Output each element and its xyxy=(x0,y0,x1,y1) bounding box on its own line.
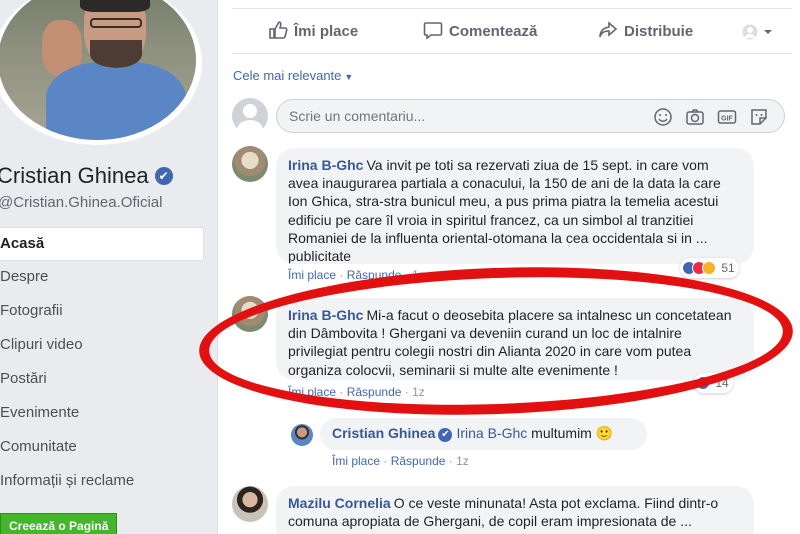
like-label: Îmi place xyxy=(294,23,359,40)
nav-item-posts[interactable]: Postări xyxy=(0,363,204,397)
thumbs-up-icon xyxy=(269,21,288,39)
svg-text:GIF: GIF xyxy=(721,116,733,123)
emoji-icon[interactable] xyxy=(653,107,673,127)
gif-icon[interactable]: GIF xyxy=(717,107,737,127)
share-button[interactable]: Distribuie xyxy=(598,9,693,55)
comment-reply-link[interactable]: Răspunde xyxy=(347,268,402,282)
page-title[interactable]: Cristian Ghinea ✔ xyxy=(0,163,173,189)
reply-text: multumim 🙂 xyxy=(531,425,614,441)
share-label: Distribuie xyxy=(624,23,694,40)
reply-reply-link[interactable]: Răspunde xyxy=(391,454,446,468)
nav-item-photos[interactable]: Fotografii xyxy=(0,295,204,329)
comment-time: 1z xyxy=(412,268,425,282)
comment-bubble: Mazilu Cornelia O ce veste minunata! Asta… xyxy=(276,486,754,534)
comment-time: 1z xyxy=(412,385,425,399)
nav-item-home[interactable]: Acasă xyxy=(0,227,204,261)
comment-bubble: Irina B-Ghc Va invit pe toti sa rezervati… xyxy=(276,148,754,264)
nav-item-videos[interactable]: Clipuri video xyxy=(0,329,204,363)
comment-like-link[interactable]: Îmi place xyxy=(288,385,336,399)
chevron-down-icon: ▼ xyxy=(344,72,354,82)
reply-author[interactable]: Cristian Ghinea xyxy=(332,425,435,441)
comment-reply-link[interactable]: Răspunde xyxy=(347,385,402,399)
share-arrow-icon xyxy=(599,21,618,38)
current-user-avatar xyxy=(232,98,268,134)
camera-icon[interactable] xyxy=(685,107,705,127)
comment-author[interactable]: Irina B-Ghc xyxy=(288,307,363,323)
page-name-text[interactable]: Cristian Ghinea xyxy=(0,163,149,188)
verified-badge-icon: ✔ xyxy=(438,428,453,442)
profile-picture[interactable] xyxy=(0,0,196,140)
comment-input[interactable] xyxy=(289,100,629,132)
comment-meta: Îmi place · Răspunde · 1z xyxy=(288,268,425,282)
sticker-icon[interactable] xyxy=(749,107,769,127)
nav-item-about[interactable]: Despre xyxy=(0,261,204,295)
comment-sort-dropdown[interactable]: Cele mai relevante ▼ xyxy=(233,68,353,83)
user-avatar-icon xyxy=(742,24,772,40)
like-button[interactable]: Îmi place xyxy=(268,9,358,55)
comment-label: Comentează xyxy=(449,23,538,40)
post-action-bar: Îmi place Comentează Distribuie xyxy=(232,8,792,54)
reply-time: 1z xyxy=(456,454,469,468)
profile-picture-frame xyxy=(0,0,202,145)
commenter-avatar[interactable] xyxy=(232,146,268,182)
reaction-summary[interactable]: 51 xyxy=(680,258,739,278)
comment-author[interactable]: Mazilu Cornelia xyxy=(288,495,391,511)
audience-selector[interactable] xyxy=(741,24,781,40)
reply-like-link[interactable]: Îmi place xyxy=(332,454,380,468)
sort-label: Cele mai relevante xyxy=(233,68,342,83)
commenter-avatar[interactable] xyxy=(232,486,268,522)
comment-like-link[interactable]: Îmi place xyxy=(288,268,336,282)
reaction-count: 14 xyxy=(715,376,729,390)
comment-author[interactable]: Irina B-Ghc xyxy=(288,157,363,173)
reaction-count: 51 xyxy=(721,261,735,275)
reply-mention[interactable]: Irina B-Ghc xyxy=(456,425,527,441)
nav-item-community[interactable]: Comunitate xyxy=(0,431,204,465)
comment-button[interactable]: Comentează xyxy=(423,9,537,55)
comment-bubble: Irina B-Ghc Mi-a facut o deosebita placer… xyxy=(276,298,754,380)
reply-meta: Îmi place · Răspunde · 1z xyxy=(332,454,469,468)
page-nav: Acasă Despre Fotografii Clipuri video Po… xyxy=(0,227,204,499)
comment-text: Va invit pe toti sa rezervati ziua de 15… xyxy=(288,157,721,264)
reply-author-avatar[interactable] xyxy=(291,424,313,446)
reply-bubble: Cristian Ghinea ✔ Irina B-Ghc multumim 🙂 xyxy=(320,418,647,450)
nav-item-info-ads[interactable]: Informații și reclame xyxy=(0,465,204,499)
comment-composer[interactable]: GIF xyxy=(276,99,785,133)
page-handle[interactable]: @Cristian.Ghinea.Oficial xyxy=(0,194,162,211)
comment-meta: Îmi place · Răspunde · 1z xyxy=(288,385,425,399)
like-reaction-icon xyxy=(696,376,710,390)
post-card: Îmi place Comentează Distribuie Cele mai… xyxy=(217,0,800,534)
page-sidebar: Cristian Ghinea ✔ @Cristian.Ghinea.Oficia… xyxy=(0,0,216,534)
verified-badge-icon: ✔ xyxy=(154,167,173,185)
create-page-button[interactable]: Creează o Pagină xyxy=(0,513,118,534)
wow-reaction-icon xyxy=(702,261,716,275)
commenter-avatar[interactable] xyxy=(232,296,268,332)
comment-bubble-icon xyxy=(423,22,443,40)
reaction-summary[interactable]: 14 xyxy=(694,373,733,393)
nav-item-events[interactable]: Evenimente xyxy=(0,397,204,431)
